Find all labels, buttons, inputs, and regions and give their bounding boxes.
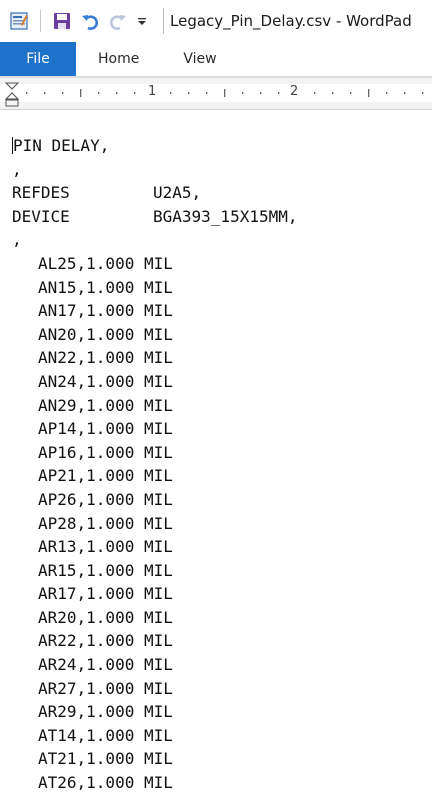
tab-home[interactable]: Home [76, 42, 157, 76]
pin-delay-line: AR24,1.000 MIL [38, 655, 173, 675]
pin-delay-line: AP16,1.000 MIL [38, 442, 173, 462]
doc-line-header: PIN DELAY, [12, 136, 110, 155]
tab-view[interactable]: View [157, 42, 234, 76]
redo-icon[interactable] [107, 10, 129, 32]
doc-line-comma: , [12, 230, 22, 250]
ruler-label-2: 2 [290, 84, 299, 99]
customize-dropdown-icon[interactable] [135, 10, 149, 32]
ruler-ticks [26, 89, 424, 97]
wordpad-app-icon[interactable] [8, 10, 30, 32]
pin-delay-line: AR17,1.000 MIL [38, 584, 173, 604]
pin-delay-line: AR15,1.000 MIL [38, 560, 173, 580]
device-value: BGA393_15X15MM, [153, 206, 298, 226]
pin-delay-line: AN24,1.000 MIL [38, 371, 173, 391]
pin-delay-line: AP26,1.000 MIL [38, 489, 173, 509]
window-title: Legacy_Pin_Delay.csv - WordPad [170, 12, 412, 30]
refdes-value: U2A5, [153, 183, 202, 203]
pin-list: AL25,1.000 MIL AN15,1.000 MIL AN17,1.000 M… [12, 252, 298, 795]
doc-line-device: DEVICE BGA393_15X15MM, [12, 205, 298, 229]
pin-delay-line: AN29,1.000 MIL [38, 395, 173, 415]
pin-delay-line: AR20,1.000 MIL [38, 607, 173, 627]
pin-delay-line: AN15,1.000 MIL [38, 277, 173, 297]
refdes-key: REFDES [12, 183, 70, 203]
doc-line-comma: , [12, 159, 22, 179]
document-text[interactable]: PIN DELAY, , REFDES U2A5, DEVICE BGA393_15… [12, 134, 298, 795]
title-bar: Legacy_Pin_Delay.csv - WordPad [0, 0, 432, 42]
quick-access-separator [40, 10, 41, 32]
undo-icon[interactable] [79, 10, 101, 32]
pin-delay-line: AT14,1.000 MIL [38, 725, 173, 745]
pin-delay-line: AR13,1.000 MIL [38, 537, 173, 557]
indent-marker-icon[interactable] [5, 82, 19, 108]
tab-file[interactable]: File [0, 42, 76, 76]
title-separator [163, 8, 164, 34]
pin-delay-line: AN17,1.000 MIL [38, 301, 173, 321]
ribbon-tabs: File Home View [0, 42, 432, 76]
doc-line-refdes: REFDES U2A5, [12, 181, 298, 205]
pin-delay-line: AR27,1.000 MIL [38, 678, 173, 698]
pin-delay-line: AN22,1.000 MIL [38, 348, 173, 368]
pin-delay-line: AR29,1.000 MIL [38, 702, 173, 722]
pin-delay-line: AN20,1.000 MIL [38, 324, 173, 344]
pin-delay-line: AL25,1.000 MIL [38, 253, 173, 273]
ruler-label-1: 1 [148, 84, 157, 99]
pin-delay-line: AR22,1.000 MIL [38, 631, 173, 651]
document-area[interactable]: PIN DELAY, , REFDES U2A5, DEVICE BGA393_15… [0, 110, 432, 797]
pin-delay-line: AP14,1.000 MIL [38, 419, 173, 439]
ruler[interactable]: 1 2 [0, 78, 432, 110]
device-key: DEVICE [12, 206, 70, 226]
pin-delay-line: AP28,1.000 MIL [38, 513, 173, 533]
pin-delay-line: AT21,1.000 MIL [38, 749, 173, 769]
pin-delay-line: AT26,1.000 MIL [38, 773, 173, 793]
pin-delay-line: AP21,1.000 MIL [38, 466, 173, 486]
save-icon[interactable] [51, 10, 73, 32]
ruler-strip: 1 2 [0, 84, 432, 102]
